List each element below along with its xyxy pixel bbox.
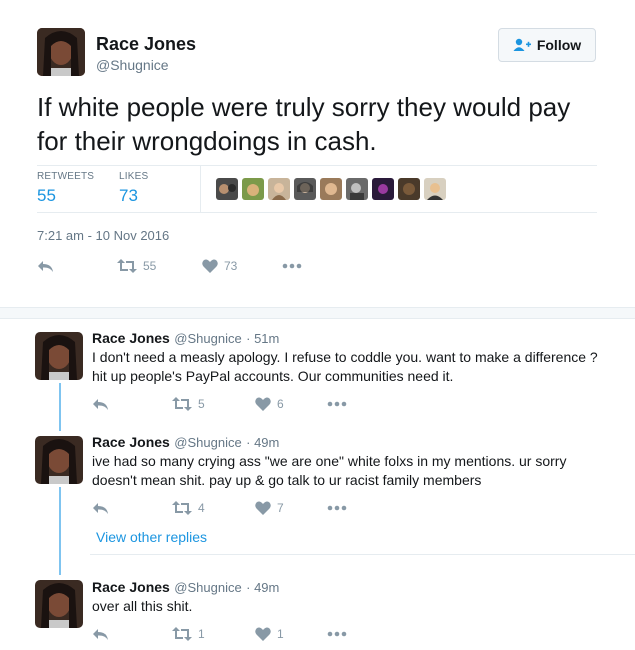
liker-avatar[interactable]: [242, 178, 264, 200]
retweet-count: 55: [143, 259, 157, 273]
reply-author-name[interactable]: Race Jones: [92, 579, 170, 595]
reply-header: Race Jones @Shugnice · 51m: [92, 330, 279, 348]
heart-icon: [255, 501, 271, 515]
reply-author-handle[interactable]: @Shugnice: [174, 331, 241, 346]
reply-author-name[interactable]: Race Jones: [92, 434, 170, 450]
liker-avatar[interactable]: [294, 178, 316, 200]
reply-action[interactable]: [92, 397, 172, 411]
heart-icon: [202, 259, 218, 273]
stats-divider-top: [37, 165, 597, 166]
like-count: 73: [224, 259, 238, 273]
section-separator: [0, 307, 635, 319]
reply-author-handle[interactable]: @Shugnice: [174, 435, 241, 450]
thread-line: [59, 487, 61, 575]
thread-line: [59, 383, 61, 431]
retweets-count: 55: [37, 186, 56, 205]
retweets-stat[interactable]: RETWEETS 55: [37, 171, 94, 206]
more-action[interactable]: [327, 631, 347, 637]
retweet-icon: [117, 259, 137, 273]
author-avatar[interactable]: [37, 28, 85, 76]
tweet-text: If white people were truly sorry they wo…: [37, 92, 571, 156]
follow-button[interactable]: Follow: [498, 28, 596, 62]
liker-avatar[interactable]: [346, 178, 368, 200]
reply-time[interactable]: · 49m: [246, 435, 279, 450]
reply-action-bar: 1 1: [92, 627, 347, 641]
like-count: 7: [277, 501, 284, 515]
follow-label: Follow: [536, 37, 582, 53]
retweet-action[interactable]: 5: [172, 397, 255, 411]
retweet-count: 5: [198, 397, 205, 411]
like-count: 1: [277, 627, 284, 641]
liker-avatar[interactable]: [268, 178, 290, 200]
liker-avatar[interactable]: [372, 178, 394, 200]
tweet-timestamp[interactable]: 7:21 am - 10 Nov 2016: [37, 228, 169, 243]
more-icon: [282, 263, 302, 269]
retweet-count: 1: [198, 627, 205, 641]
reply-time[interactable]: · 51m: [246, 331, 279, 346]
like-count: 6: [277, 397, 284, 411]
follow-person-icon: [513, 38, 531, 52]
liker-avatar[interactable]: [398, 178, 420, 200]
more-action[interactable]: [327, 505, 347, 511]
retweet-action[interactable]: 55: [117, 259, 202, 273]
reply-icon: [37, 259, 55, 273]
retweet-icon: [172, 501, 192, 515]
reply-action[interactable]: [37, 259, 117, 273]
retweet-icon: [172, 397, 192, 411]
reply-action[interactable]: [92, 627, 172, 641]
more-icon: [327, 505, 347, 511]
likes-count: 73: [119, 186, 138, 205]
reply-action-bar: 5 6: [92, 397, 347, 411]
reply-header: Race Jones @Shugnice · 49m: [92, 434, 279, 452]
reply-text: over all this shit.: [92, 598, 193, 614]
reply-header: Race Jones @Shugnice · 49m: [92, 579, 279, 597]
liker-avatar[interactable]: [320, 178, 342, 200]
like-action[interactable]: 1: [255, 627, 327, 641]
view-other-replies-link[interactable]: View other replies: [96, 529, 207, 545]
reply-text: ive had so many crying ass "we are one" …: [92, 453, 567, 488]
reply-action[interactable]: [92, 501, 172, 515]
reply-icon: [92, 501, 110, 515]
author-name[interactable]: Race Jones: [96, 34, 196, 55]
likes-stat[interactable]: LIKES 73: [119, 171, 148, 206]
reply-time[interactable]: · 49m: [246, 580, 279, 595]
liker-avatar[interactable]: [424, 178, 446, 200]
retweet-icon: [172, 627, 192, 641]
main-action-bar: 55 73: [37, 259, 302, 273]
reply-separator: [90, 554, 635, 555]
liker-avatar[interactable]: [216, 178, 238, 200]
heart-icon: [255, 397, 271, 411]
more-action[interactable]: [327, 401, 347, 407]
more-icon: [327, 401, 347, 407]
stats-divider-bottom: [37, 212, 597, 213]
like-action[interactable]: 7: [255, 501, 327, 515]
reply-author-name[interactable]: Race Jones: [92, 330, 170, 346]
likes-label: LIKES: [119, 171, 149, 182]
more-icon: [327, 631, 347, 637]
reply-icon: [92, 627, 110, 641]
more-action[interactable]: [282, 263, 302, 269]
reply-text: I don't need a measly apology. I refuse …: [92, 349, 598, 384]
author-handle[interactable]: @Shugnice: [96, 57, 169, 73]
stats-divider-vertical: [200, 165, 201, 213]
like-action[interactable]: 6: [255, 397, 327, 411]
retweet-action[interactable]: 4: [172, 501, 255, 515]
reply-avatar[interactable]: [35, 436, 83, 484]
reply-author-handle[interactable]: @Shugnice: [174, 580, 241, 595]
like-action[interactable]: 73: [202, 259, 282, 273]
heart-icon: [255, 627, 271, 641]
likers-avatars: [216, 178, 446, 200]
retweet-action[interactable]: 1: [172, 627, 255, 641]
retweet-count: 4: [198, 501, 205, 515]
reply-avatar[interactable]: [35, 332, 83, 380]
reply-avatar[interactable]: [35, 580, 83, 628]
reply-icon: [92, 397, 110, 411]
reply-action-bar: 4 7: [92, 501, 347, 515]
retweets-label: RETWEETS: [37, 171, 95, 182]
